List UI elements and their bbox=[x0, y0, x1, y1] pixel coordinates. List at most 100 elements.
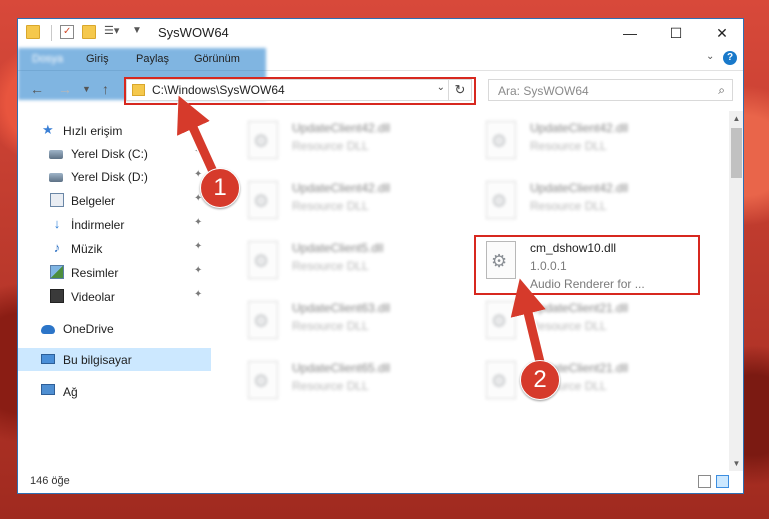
pictures-icon bbox=[50, 265, 64, 279]
gear-icon: ⚙ bbox=[253, 251, 270, 271]
file-tile[interactable]: ⚙ UpdateClient42.dll Resource DLL bbox=[478, 117, 698, 169]
details-view-icon[interactable] bbox=[698, 475, 711, 488]
chevron-down-icon[interactable]: ▼ bbox=[132, 25, 146, 39]
title-bar: ☰▾ ▼ SysWOW64 — ☐ ✕ bbox=[18, 19, 743, 48]
sidebar-item-label: Bu bilgisayar bbox=[63, 353, 132, 367]
tab-home[interactable]: Giriş bbox=[76, 48, 119, 70]
sidebar-item-network[interactable]: Ağ bbox=[18, 380, 211, 403]
sidebar-item-this-pc[interactable]: Bu bilgisayar bbox=[18, 348, 211, 371]
file-name: UpdateClient63.dll bbox=[292, 301, 391, 315]
download-icon: ↓ bbox=[53, 216, 61, 231]
pin-icon: ✦ bbox=[194, 265, 203, 276]
dll-file-icon: ⚙ bbox=[248, 361, 278, 399]
navigation-pane: ★ Hızlı erişim Yerel Disk (C:) ✦ Yerel D… bbox=[18, 111, 212, 471]
sidebar-item-music[interactable]: ♪ Müzik ✦ bbox=[18, 237, 211, 260]
address-path[interactable]: C:\Windows\SysWOW64 bbox=[152, 83, 285, 97]
file-tile-cm-dshow10[interactable]: ⚙ cm_dshow10.dll 1.0.0.1 Audio Renderer … bbox=[478, 237, 698, 295]
window-title: SysWOW64 bbox=[158, 25, 229, 40]
properties-icon[interactable] bbox=[60, 25, 74, 39]
music-icon: ♪ bbox=[53, 240, 61, 255]
divider bbox=[51, 25, 52, 41]
file-name: UpdateClient42.dll bbox=[530, 181, 629, 195]
file-tile[interactable]: ⚙ UpdateClient42.dll Resource DLL bbox=[240, 177, 460, 229]
scroll-up-icon[interactable]: ▲ bbox=[729, 111, 743, 126]
pin-icon: ✦ bbox=[194, 241, 203, 252]
address-bar[interactable]: C:\Windows\SysWOW64 ⌄ ↻ bbox=[126, 79, 472, 101]
sidebar-item-pictures[interactable]: Resimler ✦ bbox=[18, 261, 211, 284]
onedrive-icon bbox=[41, 325, 55, 334]
close-button[interactable]: ✕ bbox=[699, 19, 743, 48]
vertical-scrollbar[interactable]: ▲ ▼ bbox=[729, 111, 743, 471]
sidebar-item-label: Yerel Disk (D:) bbox=[71, 170, 148, 184]
file-tile[interactable]: ⚙ UpdateClient21.dll Resource DLL bbox=[478, 357, 698, 409]
gear-icon: ⚙ bbox=[491, 311, 508, 331]
file-name: UpdateClient42.dll bbox=[292, 181, 391, 195]
dll-file-icon: ⚙ bbox=[486, 121, 516, 159]
folder-icon bbox=[132, 84, 145, 96]
expand-ribbon-icon[interactable]: ⌄ bbox=[706, 51, 714, 62]
customize-toolbar-icon[interactable]: ☰▾ bbox=[104, 24, 119, 38]
dll-file-icon: ⚙ bbox=[248, 301, 278, 339]
file-explorer-window: ☰▾ ▼ SysWOW64 — ☐ ✕ Dosya Giriş Paylaş G… bbox=[17, 18, 744, 494]
sidebar-item-documents[interactable]: Belgeler ✦ bbox=[18, 189, 211, 212]
gear-icon: ⚙ bbox=[491, 131, 508, 151]
ribbon-tabs: Dosya Giriş Paylaş Görünüm ⌄ ? bbox=[18, 48, 743, 100]
sidebar-item-onedrive[interactable]: OneDrive bbox=[18, 317, 211, 340]
documents-icon bbox=[50, 193, 64, 207]
chevron-down-icon[interactable]: ⌄ bbox=[437, 82, 445, 93]
large-icons-view-icon[interactable] bbox=[716, 475, 729, 488]
computer-icon bbox=[41, 354, 55, 364]
status-bar: 146 öğe bbox=[18, 471, 743, 493]
sidebar-item-label: Hızlı erişim bbox=[63, 124, 123, 138]
minimize-button[interactable]: — bbox=[607, 19, 653, 48]
file-name: UpdateClient5.dll bbox=[292, 241, 384, 255]
scroll-down-icon[interactable]: ▼ bbox=[729, 456, 743, 471]
file-tile[interactable]: ⚙ UpdateClient63.dll Resource DLL bbox=[240, 297, 460, 349]
pin-icon: ✦ bbox=[194, 217, 203, 228]
pin-icon: ✦ bbox=[194, 289, 203, 300]
up-arrow-icon[interactable]: ↑ bbox=[102, 81, 109, 97]
file-tile[interactable]: ⚙ UpdateClient21.dll Resource DLL bbox=[478, 297, 698, 349]
new-folder-icon[interactable] bbox=[82, 25, 96, 39]
folder-icon bbox=[26, 25, 40, 39]
back-arrow-icon[interactable]: ← bbox=[30, 81, 44, 97]
tab-share[interactable]: Paylaş bbox=[126, 48, 179, 70]
gear-icon: ⚙ bbox=[253, 371, 270, 391]
search-placeholder: Ara: SysWOW64 bbox=[498, 84, 589, 98]
file-description: Resource DLL bbox=[530, 139, 607, 153]
sidebar-item-videos[interactable]: Videolar ✦ bbox=[18, 285, 211, 308]
search-input[interactable]: Ara: SysWOW64 ⌕ bbox=[488, 79, 733, 101]
gear-icon: ⚙ bbox=[491, 251, 508, 271]
sidebar-item-local-disk-d[interactable]: Yerel Disk (D:) ✦ bbox=[18, 165, 211, 188]
sidebar-item-quick-access[interactable]: ★ Hızlı erişim bbox=[18, 119, 211, 142]
tab-view[interactable]: Görünüm bbox=[184, 48, 250, 70]
sidebar-item-label: Müzik bbox=[71, 242, 103, 256]
file-tile[interactable]: ⚙ UpdateClient42.dll Resource DLL bbox=[478, 177, 698, 229]
dll-file-icon: ⚙ bbox=[486, 241, 516, 279]
file-description: Resource DLL bbox=[292, 379, 369, 393]
file-tile[interactable]: ⚙ UpdateClient5.dll Resource DLL bbox=[240, 237, 460, 289]
dll-file-icon: ⚙ bbox=[486, 181, 516, 219]
maximize-button[interactable]: ☐ bbox=[653, 19, 699, 48]
scrollbar-thumb[interactable] bbox=[731, 128, 742, 178]
help-icon[interactable]: ? bbox=[723, 51, 737, 65]
file-tile[interactable]: ⚙ UpdateClient42.dll Resource DLL bbox=[240, 117, 460, 169]
forward-arrow-icon[interactable]: → bbox=[58, 81, 72, 97]
recent-locations-icon[interactable]: ▼ bbox=[82, 84, 91, 94]
dll-file-icon: ⚙ bbox=[248, 181, 278, 219]
star-icon: ★ bbox=[42, 122, 54, 137]
item-count: 146 öğe bbox=[30, 475, 70, 487]
sidebar-item-local-disk-c[interactable]: Yerel Disk (C:) ✦ bbox=[18, 142, 211, 165]
network-icon bbox=[41, 384, 55, 395]
dll-file-icon: ⚙ bbox=[248, 241, 278, 279]
file-tile[interactable]: ⚙ UpdateClient65.dll Resource DLL bbox=[240, 357, 460, 409]
sidebar-item-downloads[interactable]: ↓ İndirmeler ✦ bbox=[18, 213, 211, 236]
refresh-icon[interactable]: ↻ bbox=[448, 80, 471, 100]
file-description: Resource DLL bbox=[530, 319, 607, 333]
file-name: UpdateClient42.dll bbox=[292, 121, 391, 135]
search-icon[interactable]: ⌕ bbox=[718, 83, 725, 98]
drive-icon bbox=[49, 150, 63, 159]
file-name: UpdateClient65.dll bbox=[292, 361, 391, 375]
sidebar-item-label: Yerel Disk (C:) bbox=[71, 147, 148, 161]
gear-icon: ⚙ bbox=[253, 131, 270, 151]
